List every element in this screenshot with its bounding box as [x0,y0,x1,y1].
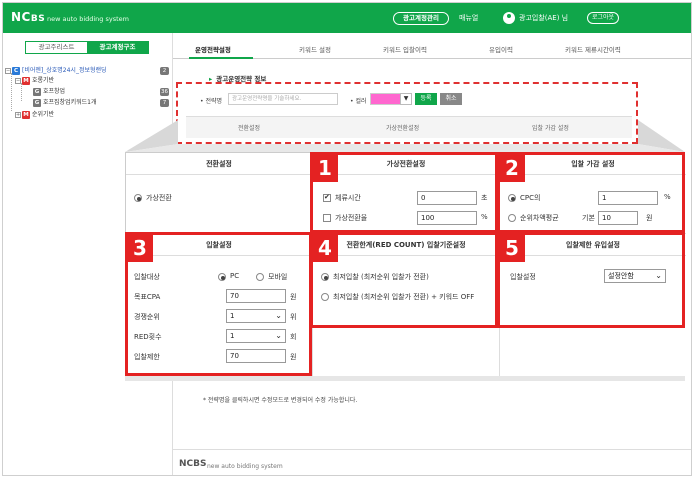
conversion-settings-title: 전환설정 [126,153,312,175]
media-badge-icon: M [22,110,30,119]
footer-logo: NCBS [179,459,207,469]
campaign-badge-icon: C [12,66,20,75]
footer-subtitle: new auto bidding system [207,463,283,470]
tree-item[interactable]: − C [비어젠]_상호명24시_정보형랜딩 2 [5,66,169,76]
main-tabs: 운영전략설정 키워드 설정 키워드 입찰이력 유입이력 키워드 제류시간이력 [173,41,691,59]
group-badge-icon: G [33,87,41,96]
highlight-box-1 [310,152,498,233]
callout-number-1: 1 [312,154,338,182]
highlight-box-2 [497,152,685,233]
ads-account-management-button[interactable]: 광고계정관리 [393,12,449,25]
user-icon [503,12,515,24]
highlight-box-3 [125,232,312,376]
tab-keyword-bid-history[interactable]: 키워드 입찰이력 [383,44,427,54]
collapse-icon[interactable]: − [5,67,11,74]
tree-item[interactable]: G 호프창업 36 [33,87,169,97]
tab-keyword-dwell-history[interactable]: 키워드 제류시간이력 [565,44,621,54]
app-logo[interactable]: NCBS [11,10,45,24]
panel-shadow [125,376,685,381]
tree-item-count: 2 [160,67,169,75]
manual-menu[interactable]: 매뉴얼 [459,13,478,23]
tree-connector [11,73,12,111]
logo-subtitle: new auto bidding system [47,15,129,23]
highlight-box-4 [310,232,498,328]
virtual-conversion-radio[interactable] [134,194,142,202]
tree-item-label: 호롱기반 [32,77,55,84]
collapse-icon[interactable]: − [15,77,21,84]
edit-note: * 전략명을 클릭하시면 수정모드로 변경되어 수정 가능합니다. [203,397,358,404]
tree-item[interactable]: G 호프집창업키워드1개 7 [33,98,169,108]
user-name: 광고입찰(AE) 님 [519,14,569,22]
tree-item-label: 호프창업 [43,88,66,95]
zoom-callout-outline [176,82,638,144]
media-badge-icon: M [22,76,30,85]
tree-item[interactable]: + M 순위기반 [15,110,169,120]
top-bar: NCBS new auto bidding system 광고계정관리 매뉴얼 … [3,3,691,33]
tree-item-label: 호프집창업키워드1개 [43,99,97,106]
callout-number-5: 5 [499,234,525,262]
tree-item[interactable]: − M 호롱기반 [15,76,169,86]
virtual-conversion-label: 가상전환 [146,194,172,202]
tab-inflow-history[interactable]: 유입이력 [489,44,513,54]
tree-item-label: 순위기반 [32,111,55,118]
tab-strategy-settings[interactable]: 운영전략설정 [195,44,231,54]
callout-number-2: 2 [499,154,525,182]
tab-keyword-settings[interactable]: 키워드 설정 [299,44,331,54]
tab-account-structure[interactable]: 광고계정구조 [87,42,148,53]
tab-advertiser-list[interactable]: 광고주리스트 [26,42,87,53]
group-badge-icon: G [33,98,41,107]
highlight-box-5 [497,232,685,328]
callout-number-3: 3 [127,234,153,262]
callout-number-4: 4 [312,234,338,262]
footer-divider [173,449,691,450]
tree-item-count: 7 [160,99,169,107]
logout-button[interactable]: 로그아웃 [587,12,619,24]
tree-item-label: [비어젠]_상호명24시_정보형랜딩 [22,67,107,74]
active-tab-indicator [189,57,253,59]
expand-icon[interactable]: + [15,111,21,118]
sidebar-tabs: 광고주리스트 광고계정구조 [25,41,149,54]
tree-item-count: 36 [160,88,169,96]
conversion-settings-cell: 전환설정 가상전환 [126,153,312,233]
